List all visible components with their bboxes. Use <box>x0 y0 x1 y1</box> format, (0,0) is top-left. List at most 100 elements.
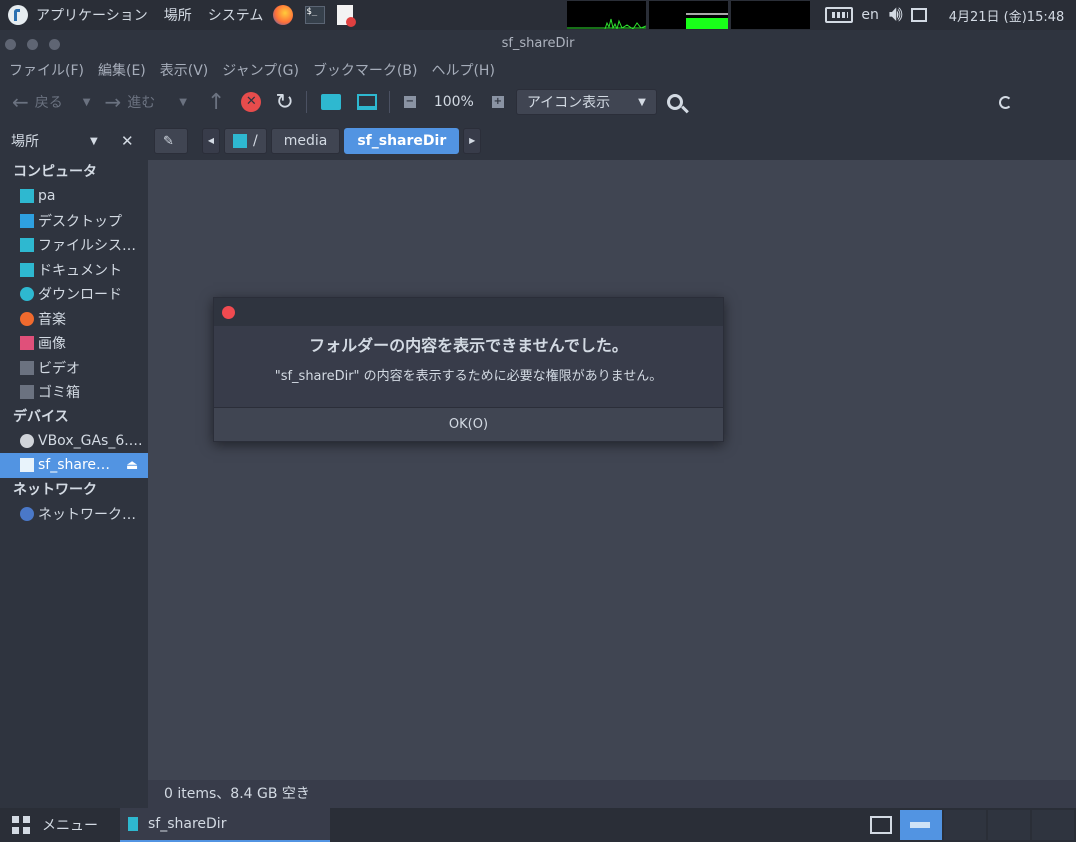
forward-label: 進む <box>127 95 156 111</box>
path-root-button[interactable]: / <box>224 128 267 154</box>
path-root-label: / <box>253 133 258 149</box>
back-button[interactable]: ← 戻る ▼ <box>12 90 90 114</box>
terminal-icon[interactable]: $_ <box>305 6 326 24</box>
window-titlebar: sf_shareDir <box>0 30 1076 58</box>
filesystem-icon <box>20 238 34 253</box>
keyboard-layout-indicator[interactable]: en <box>861 7 879 23</box>
menu-label: メニュー <box>42 818 98 834</box>
stop-icon[interactable]: ✕ <box>241 92 262 112</box>
notification-icon[interactable] <box>910 8 927 22</box>
forward-button[interactable]: → 進む ▼ <box>104 90 186 114</box>
taskbar-window-button[interactable]: sf_shareDir <box>120 808 330 842</box>
ok-button[interactable]: OK(O) <box>214 407 723 441</box>
toolbar: ← 戻る ▼ → 進む ▼ ↑ ✕ ↻ − 100% + アイコン表示 ▼ <box>0 82 1076 122</box>
mint-logo-icon[interactable] <box>8 5 28 25</box>
menu-file[interactable]: ファイル(F) <box>2 60 91 80</box>
memory-graph <box>649 1 729 29</box>
sidebar-dropdown-icon[interactable]: ▼ <box>90 136 98 147</box>
sidebar-item-label: ビデオ <box>38 360 80 377</box>
path-scroll-right-icon[interactable]: ▶ <box>463 128 482 154</box>
sidebar-item[interactable]: ダウンロード <box>0 282 148 307</box>
download-icon <box>20 287 34 302</box>
menu-go[interactable]: ジャンプ(G) <box>215 60 306 80</box>
file-view[interactable] <box>148 160 1076 780</box>
documents-icon <box>20 262 34 277</box>
trash-icon <box>20 385 34 400</box>
computer-icon[interactable] <box>356 94 377 110</box>
zoom-in-icon[interactable]: + <box>491 96 504 108</box>
clock[interactable]: 4月21日 (金)15:48 <box>949 6 1065 25</box>
menu-edit[interactable]: 編集(E) <box>91 60 153 80</box>
close-window-button[interactable] <box>5 39 16 50</box>
sidebar-item[interactable]: ネットワーク… <box>0 502 148 527</box>
workspace-4[interactable] <box>1032 810 1074 840</box>
view-mode-value: アイコン表示 <box>526 95 611 111</box>
reload-icon[interactable]: ↻ <box>275 90 293 115</box>
system-menu[interactable]: システム <box>200 5 272 25</box>
sidebar-pane-selector[interactable]: 場所 <box>11 131 39 151</box>
pencil-icon: ✎ <box>163 134 174 149</box>
sidebar-item[interactable]: pa <box>0 184 148 209</box>
sidebar-item-label: 画像 <box>38 336 66 353</box>
path-scroll-left-icon[interactable]: ◀ <box>202 128 220 154</box>
home-folder-icon[interactable] <box>320 94 341 110</box>
minimize-window-button[interactable] <box>27 39 38 50</box>
back-history-dropdown-icon[interactable]: ▼ <box>83 97 91 108</box>
keyboard-icon[interactable] <box>825 7 854 23</box>
sidebar-item-label: ゴミ箱 <box>38 385 80 402</box>
sidebar-list: コンピュータ pa デスクトップ ファイルシス… ドキュメント ダウンロード 音楽 画像 ビデオ… <box>0 160 148 526</box>
zoom-out-icon[interactable]: − <box>403 96 416 108</box>
sidebar-item[interactable]: ファイルシス… <box>0 233 148 258</box>
forward-history-dropdown-icon[interactable]: ▼ <box>179 97 187 108</box>
sidebar-item[interactable]: ゴミ箱 <box>0 380 148 405</box>
sidebar-item-label: ネットワーク… <box>38 506 136 523</box>
arrow-left-icon: ← <box>12 90 29 114</box>
sidebar-item-label: pa <box>38 188 56 205</box>
maximize-window-button[interactable] <box>49 39 60 50</box>
workspace-2[interactable] <box>944 810 986 840</box>
dialog-close-button[interactable] <box>222 306 235 319</box>
toggle-location-entry-button[interactable]: ✎ <box>154 128 188 154</box>
volume-icon[interactable]: 🔊︎ <box>889 4 903 26</box>
path-crumb-sf-sharedir[interactable]: sf_shareDir <box>344 128 460 154</box>
sidebar-item[interactable]: sf_share… ⏏ <box>0 453 148 478</box>
menu-button[interactable]: メニュー <box>12 815 98 835</box>
top-panel: アプリケーション 場所 システム $_ en 🔊︎ 4月21日 (金)15:48 <box>0 0 1076 31</box>
sidebar-header: 場所 ▼ ✕ <box>0 122 148 160</box>
menubar: ファイル(F) 編集(E) 表示(V) ジャンプ(G) ブックマーク(B) ヘル… <box>0 58 1076 82</box>
chevron-down-icon: ▼ <box>638 96 646 108</box>
sidebar-item[interactable]: 画像 <box>0 331 148 356</box>
shared-folder-icon <box>128 817 138 831</box>
places-menu[interactable]: 場所 <box>156 5 200 25</box>
system-monitor-graphs <box>567 1 813 31</box>
network-icon <box>20 506 34 521</box>
path-crumb-media[interactable]: media <box>270 128 341 154</box>
workspace-switcher-icon[interactable] <box>870 816 892 834</box>
menu-help[interactable]: ヘルプ(H) <box>424 60 501 80</box>
shared-folder-icon <box>20 458 34 473</box>
text-editor-icon[interactable] <box>337 5 357 27</box>
home-icon <box>20 189 34 204</box>
zoom-level: 100% <box>433 94 474 110</box>
music-icon <box>20 311 34 326</box>
menu-view[interactable]: 表示(V) <box>153 60 216 80</box>
sidebar-item[interactable]: 音楽 <box>0 307 148 332</box>
sidebar-item[interactable]: ビデオ <box>0 356 148 381</box>
menu-bookmarks[interactable]: ブックマーク(B) <box>306 60 425 80</box>
workspace-3[interactable] <box>988 810 1030 840</box>
search-icon[interactable] <box>666 94 689 114</box>
toolbar-separator <box>388 91 390 113</box>
workspace-1[interactable] <box>900 810 942 840</box>
up-arrow-icon[interactable]: ↑ <box>207 90 225 115</box>
places-sidebar: 場所 ▼ ✕ コンピュータ pa デスクトップ ファイルシス… ドキュメント ダウンロード… <box>0 122 148 808</box>
view-mode-select[interactable]: アイコン表示 ▼ <box>515 89 657 115</box>
applications-menu[interactable]: アプリケーション <box>28 5 156 25</box>
sidebar-close-icon[interactable]: ✕ <box>121 132 134 150</box>
firefox-icon[interactable] <box>273 5 294 25</box>
eject-icon[interactable]: ⏏ <box>126 458 138 473</box>
sidebar-item[interactable]: ドキュメント <box>0 258 148 283</box>
sidebar-item[interactable]: デスクトップ <box>0 209 148 234</box>
statusbar: 0 items、8.4 GB 空き <box>148 780 1076 808</box>
sidebar-item[interactable]: VBox_GAs_6.… <box>0 429 148 454</box>
taskbar-window-label: sf_shareDir <box>148 816 227 832</box>
